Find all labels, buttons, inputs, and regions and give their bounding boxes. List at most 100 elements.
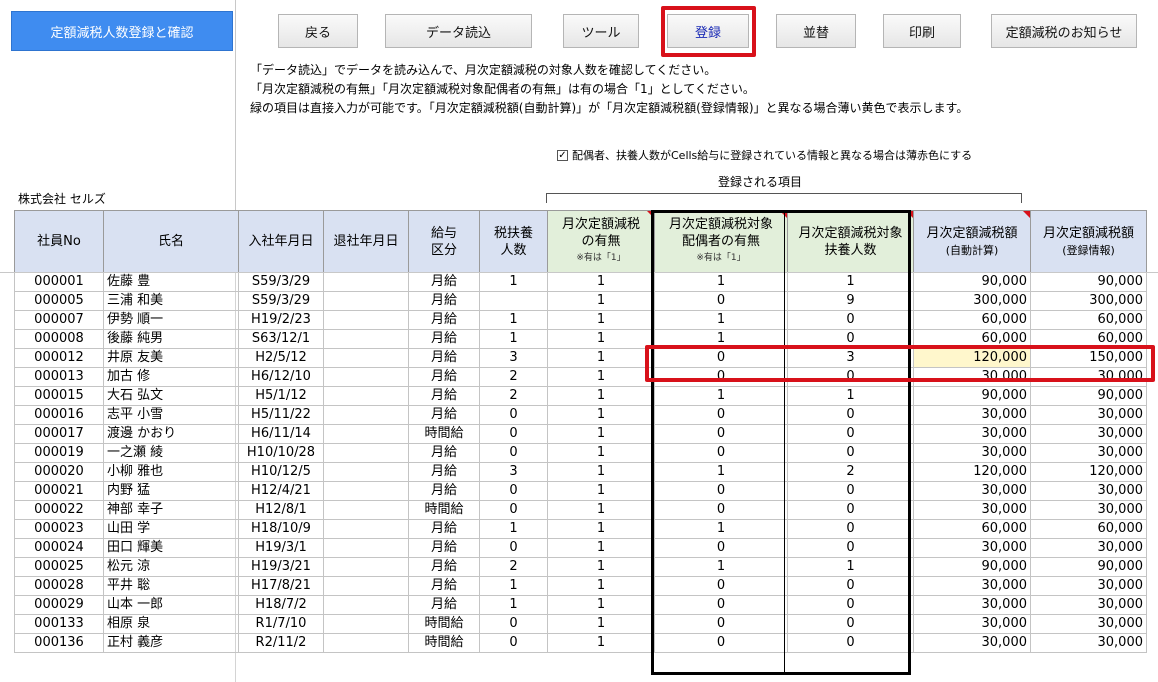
notice-button[interactable]: 定額減税のお知らせ [991, 14, 1137, 48]
spouse-flag-cell[interactable]: 0 [654, 633, 788, 653]
spouse-flag-cell[interactable]: 0 [654, 424, 788, 444]
table-row[interactable]: 000133 相原 泉 R1/7/10 時間給 0 1 0 0 30,000 30,000 [14, 614, 1147, 634]
spouse-flag-cell[interactable]: 0 [654, 614, 788, 634]
spouse-flag-cell[interactable]: 0 [654, 538, 788, 558]
amount-auto-cell: 30,000 [913, 481, 1031, 501]
target-dependents-cell[interactable]: 0 [787, 481, 914, 501]
table-row[interactable]: 000025 松元 涼 H19/3/21 月給 2 1 1 1 90,000 90,000 [14, 557, 1147, 577]
tax-flag-cell[interactable]: 1 [547, 329, 655, 349]
checkbox-check-icon[interactable]: ✓ [557, 149, 568, 161]
table-row[interactable]: 000016 志平 小雪 H5/11/22 月給 0 1 0 0 30,000 30,000 [14, 405, 1147, 425]
table-row[interactable]: 000019 一之瀬 綾 H10/10/28 月給 0 1 0 0 30,000 30,000 [14, 443, 1147, 463]
target-dependents-cell[interactable]: 0 [787, 614, 914, 634]
spouse-flag-cell[interactable]: 1 [654, 272, 788, 292]
name-cell: 佐藤 豊 [103, 272, 239, 292]
tax-flag-cell[interactable]: 1 [547, 519, 655, 539]
table-row[interactable]: 000005 三浦 和美 S59/3/29 月給 1 0 9 300,000 300,000 [14, 291, 1147, 311]
leave-date-cell [323, 481, 409, 501]
target-dependents-cell[interactable]: 0 [787, 405, 914, 425]
target-dependents-cell[interactable]: 2 [787, 462, 914, 482]
emp-no-cell: 000008 [14, 329, 104, 349]
amount-registered-cell: 30,000 [1030, 633, 1147, 653]
tax-flag-cell[interactable]: 1 [547, 481, 655, 501]
tax-flag-cell[interactable]: 1 [547, 443, 655, 463]
table-row[interactable]: 000136 正村 義彦 R2/11/2 時間給 0 1 0 0 30,000 30,000 [14, 633, 1147, 653]
table-row[interactable]: 000028 平井 聡 H17/8/21 月給 1 1 0 0 30,000 30,000 [14, 576, 1147, 596]
tax-flag-cell[interactable]: 1 [547, 500, 655, 520]
spouse-flag-cell[interactable]: 1 [654, 386, 788, 406]
target-dependents-cell[interactable]: 0 [787, 310, 914, 330]
spouse-flag-cell[interactable]: 1 [654, 462, 788, 482]
tax-flag-cell[interactable]: 1 [547, 386, 655, 406]
spouse-flag-cell[interactable]: 0 [654, 291, 788, 311]
table-row[interactable]: 000023 山田 学 H18/10/9 月給 1 1 1 0 60,000 60,000 [14, 519, 1147, 539]
spouse-flag-cell[interactable]: 1 [654, 519, 788, 539]
target-dependents-cell[interactable]: 0 [787, 633, 914, 653]
table-row[interactable]: 000007 伊勢 順一 H19/2/23 月給 1 1 1 0 60,000 60,000 [14, 310, 1147, 330]
dependents-cell: 0 [479, 538, 548, 558]
target-dependents-cell[interactable]: 0 [787, 500, 914, 520]
tax-flag-cell[interactable]: 1 [547, 538, 655, 558]
tax-flag-cell[interactable]: 1 [547, 633, 655, 653]
target-dependents-cell[interactable]: 1 [787, 386, 914, 406]
name-cell: 正村 義彦 [103, 633, 239, 653]
target-dependents-cell[interactable]: 0 [787, 538, 914, 558]
table-row[interactable]: 000017 渡邊 かおり H6/11/14 時間給 0 1 0 0 30,000 30,000 [14, 424, 1147, 444]
spouse-flag-cell[interactable]: 0 [654, 405, 788, 425]
back-button[interactable]: 戻る [278, 14, 358, 48]
tax-flag-cell[interactable]: 1 [547, 557, 655, 577]
tax-flag-cell[interactable]: 1 [547, 424, 655, 444]
dependents-cell: 3 [479, 462, 548, 482]
join-date-cell: R1/7/10 [238, 614, 324, 634]
name-cell: 加古 修 [103, 367, 239, 387]
tools-button[interactable]: ツール [563, 14, 639, 48]
target-dependents-cell[interactable]: 9 [787, 291, 914, 311]
pay-type-cell: 月給 [408, 519, 480, 539]
table-row[interactable]: 000015 大石 弘文 H5/1/12 月給 2 1 1 1 90,000 90,000 [14, 386, 1147, 406]
amount-auto-cell: 300,000 [913, 291, 1031, 311]
spouse-flag-cell[interactable]: 0 [654, 443, 788, 463]
data-load-button[interactable]: データ読込 [385, 14, 532, 48]
table-row[interactable]: 000029 山本 一郎 H18/7/2 月給 1 1 0 0 30,000 30,000 [14, 595, 1147, 615]
tax-flag-cell[interactable]: 1 [547, 291, 655, 311]
tax-flag-cell[interactable]: 1 [547, 348, 655, 368]
tax-flag-cell[interactable]: 1 [547, 405, 655, 425]
sort-button[interactable]: 並替 [776, 14, 856, 48]
target-dependents-cell[interactable]: 0 [787, 443, 914, 463]
screen-title-button[interactable]: 定額減税人数登録と確認 [11, 11, 233, 51]
join-date-cell: H2/5/12 [238, 348, 324, 368]
pay-type-cell: 時間給 [408, 500, 480, 520]
table-row[interactable]: 000001 佐藤 豊 S59/3/29 月給 1 1 1 1 90,000 90,000 [14, 272, 1147, 292]
spouse-flag-cell[interactable]: 0 [654, 500, 788, 520]
join-date-cell: H6/12/10 [238, 367, 324, 387]
tax-flag-cell[interactable]: 1 [547, 310, 655, 330]
target-dependents-cell[interactable]: 0 [787, 424, 914, 444]
target-dependents-cell[interactable]: 0 [787, 595, 914, 615]
spouse-flag-cell[interactable]: 1 [654, 310, 788, 330]
spouse-flag-cell[interactable]: 0 [654, 481, 788, 501]
dependents-cell: 1 [479, 576, 548, 596]
target-dependents-cell[interactable]: 1 [787, 272, 914, 292]
tax-flag-cell[interactable]: 1 [547, 462, 655, 482]
tax-flag-cell[interactable]: 1 [547, 595, 655, 615]
leave-date-cell [323, 519, 409, 539]
spouse-diff-option[interactable]: ✓ 配偶者、扶養人数がCells給与に登録されている情報と異なる場合は薄赤色にす… [557, 147, 972, 163]
tax-flag-cell[interactable]: 1 [547, 614, 655, 634]
spouse-flag-cell[interactable]: 0 [654, 576, 788, 596]
registered-items-label: 登録される項目 [717, 175, 802, 189]
table-row[interactable]: 000022 神部 幸子 H12/8/1 時間給 0 1 0 0 30,000 30,000 [14, 500, 1147, 520]
tax-flag-cell[interactable]: 1 [547, 576, 655, 596]
table-row[interactable]: 000020 小柳 雅也 H10/12/5 月給 3 1 1 2 120,000 120,000 [14, 462, 1147, 482]
target-dependents-cell[interactable]: 0 [787, 576, 914, 596]
table-row[interactable]: 000024 田口 輝美 H19/3/1 月給 0 1 0 0 30,000 30,000 [14, 538, 1147, 558]
table-row[interactable]: 000021 内野 猛 H12/4/21 月給 0 1 0 0 30,000 30,000 [14, 481, 1147, 501]
spouse-flag-cell[interactable]: 1 [654, 557, 788, 577]
name-cell: 三浦 和美 [103, 291, 239, 311]
target-dependents-cell[interactable]: 0 [787, 519, 914, 539]
header-target-dependents: 月次定額減税対象 扶養人数 [787, 210, 914, 273]
tax-flag-cell[interactable]: 1 [547, 367, 655, 387]
tax-flag-cell[interactable]: 1 [547, 272, 655, 292]
spouse-flag-cell[interactable]: 0 [654, 595, 788, 615]
target-dependents-cell[interactable]: 1 [787, 557, 914, 577]
print-button[interactable]: 印刷 [883, 14, 961, 48]
